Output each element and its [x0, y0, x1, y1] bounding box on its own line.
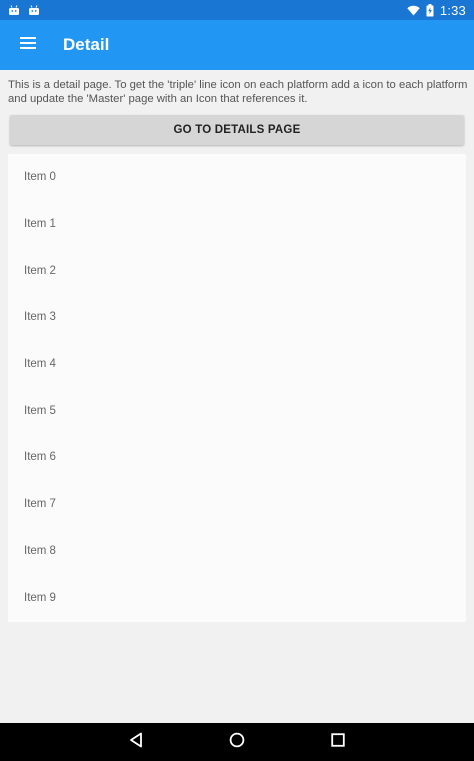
status-time: 1:33	[439, 2, 466, 18]
hamburger-menu-icon	[20, 36, 36, 54]
list-item[interactable]: Item 9	[8, 574, 466, 621]
back-icon	[129, 732, 143, 753]
list-item[interactable]: Item 4	[8, 341, 466, 388]
list-item[interactable]: Item 6	[8, 434, 466, 481]
list-item[interactable]: Item 3	[8, 294, 466, 341]
status-left-icons	[8, 4, 40, 16]
page-title: Detail	[63, 35, 110, 54]
item-list[interactable]: Item 0 Item 1 Item 2 Item 3 Item 4 Item …	[8, 154, 466, 622]
back-button[interactable]	[116, 723, 156, 761]
detail-content: This is a detail page. To get the 'tripl…	[0, 70, 474, 723]
toolbar: Detail	[0, 20, 474, 70]
list-item[interactable]: Item 5	[8, 387, 466, 434]
list-item[interactable]: Item 7	[8, 481, 466, 528]
battery-charging-icon	[426, 3, 434, 17]
android-icon	[28, 4, 40, 16]
navigation-bar	[0, 723, 474, 761]
wifi-icon	[407, 5, 420, 16]
home-button[interactable]	[217, 723, 257, 761]
recents-icon	[331, 732, 345, 752]
menu-button[interactable]	[0, 20, 56, 70]
status-right-icons: 1:33	[407, 3, 466, 18]
home-icon	[229, 732, 245, 753]
list-item[interactable]: Item 8	[8, 528, 466, 575]
list-item[interactable]: Item 0	[8, 154, 466, 201]
go-to-details-button[interactable]: GO TO DETAILS PAGE	[10, 115, 464, 145]
list-item[interactable]: Item 1	[8, 201, 466, 248]
description-text: This is a detail page. To get the 'tripl…	[8, 79, 468, 105]
list-item[interactable]: Item 2	[8, 247, 466, 294]
recents-button[interactable]	[318, 723, 358, 761]
android-icon	[8, 4, 20, 16]
status-bar: 1:33	[0, 0, 474, 20]
